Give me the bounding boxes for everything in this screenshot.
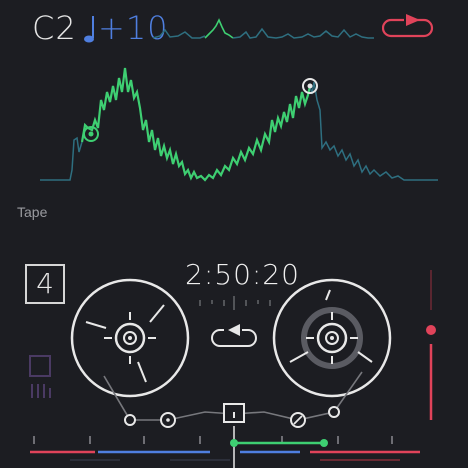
guide-dot xyxy=(166,418,170,422)
bottom-timeline[interactable] xyxy=(30,426,420,468)
erase-head-icon[interactable] xyxy=(290,412,306,428)
left-reel-spokes xyxy=(85,304,165,383)
reverse-loop-icon[interactable] xyxy=(211,324,257,347)
tape-machine xyxy=(29,270,436,468)
volume-fader[interactable] xyxy=(426,270,436,420)
side-panel-icons[interactable] xyxy=(29,355,51,398)
time-ruler xyxy=(199,296,271,310)
right-reel[interactable] xyxy=(272,278,392,398)
tape-head[interactable] xyxy=(223,403,245,423)
left-reel[interactable] xyxy=(70,278,190,398)
